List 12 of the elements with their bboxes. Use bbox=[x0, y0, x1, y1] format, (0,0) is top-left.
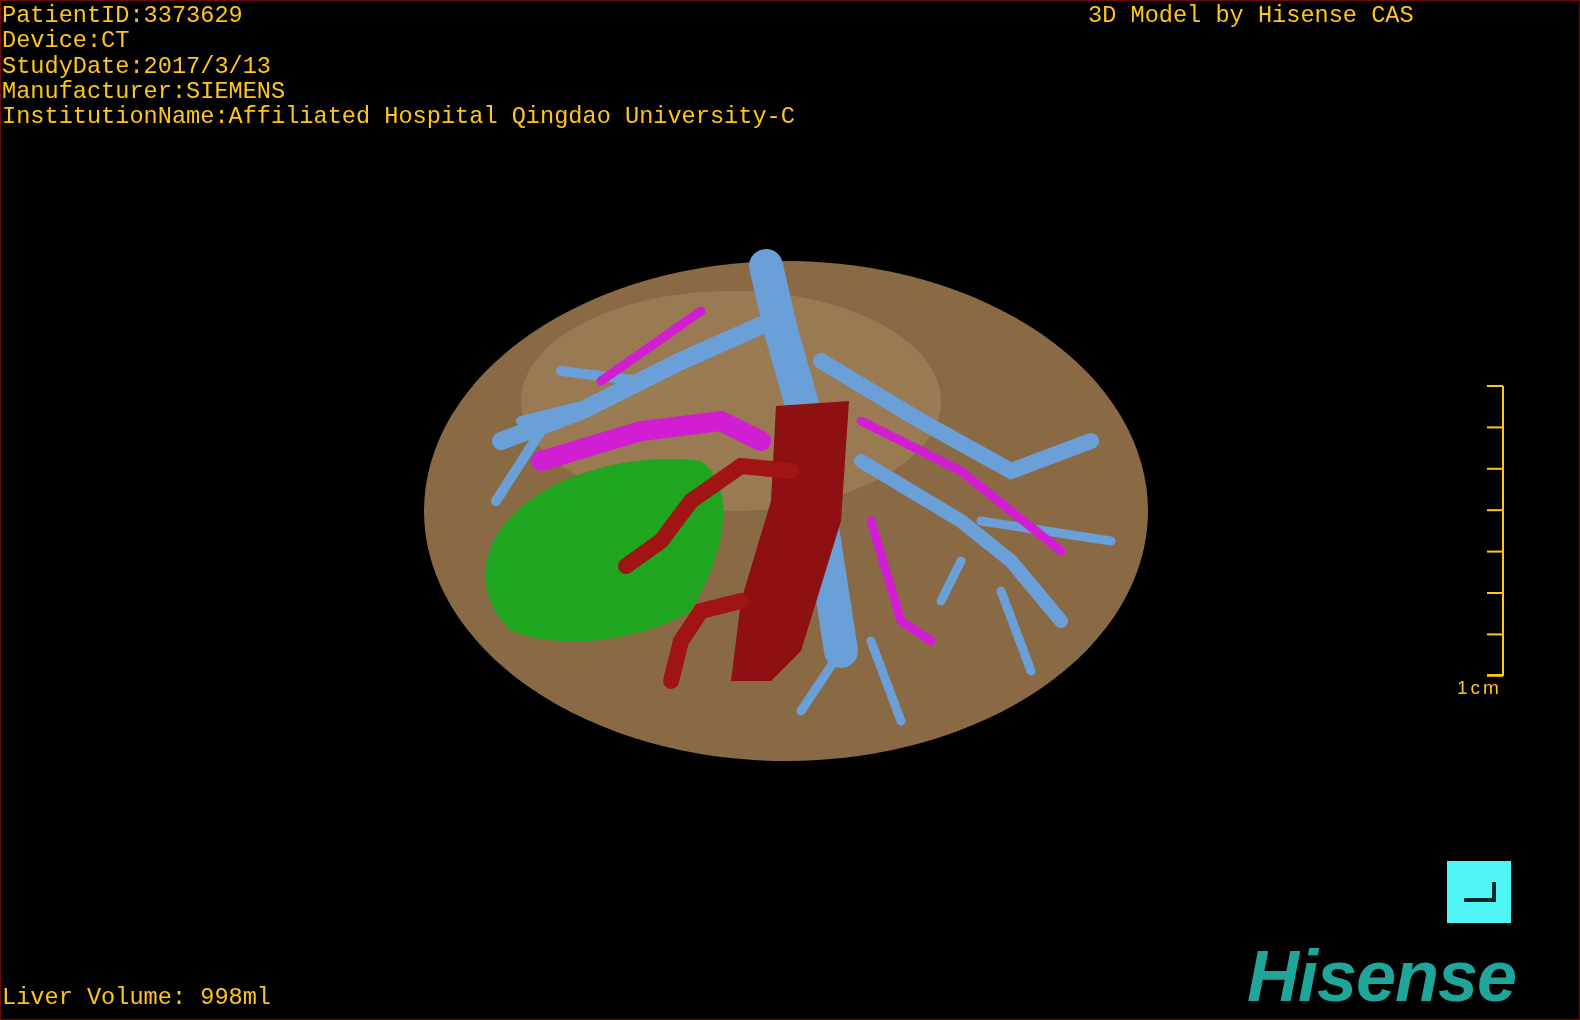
liver-volume: Liver Volume: 998ml bbox=[2, 985, 271, 1011]
patient-info-line: StudyDate:2017/3/13 bbox=[2, 53, 272, 79]
patient-info-line: Manufacturer:SIEMENS bbox=[2, 78, 287, 105]
scale-label: 1cm bbox=[1457, 677, 1502, 699]
brand-logo: Hisense bbox=[1247, 944, 1517, 1008]
scale-bar-icon bbox=[1485, 385, 1505, 677]
corner-button[interactable] bbox=[1447, 861, 1511, 923]
patient-info-line: InstitutionName:Affiliated Hospital Qingdao University-C bbox=[2, 104, 795, 130]
patient-info-line: PatientID:3373629 bbox=[2, 3, 244, 29]
corner-icon bbox=[1462, 880, 1496, 904]
patient-info-line: Device:CT bbox=[2, 28, 131, 54]
model-credit: 3D Model by Hisense CAS bbox=[1088, 3, 1414, 29]
